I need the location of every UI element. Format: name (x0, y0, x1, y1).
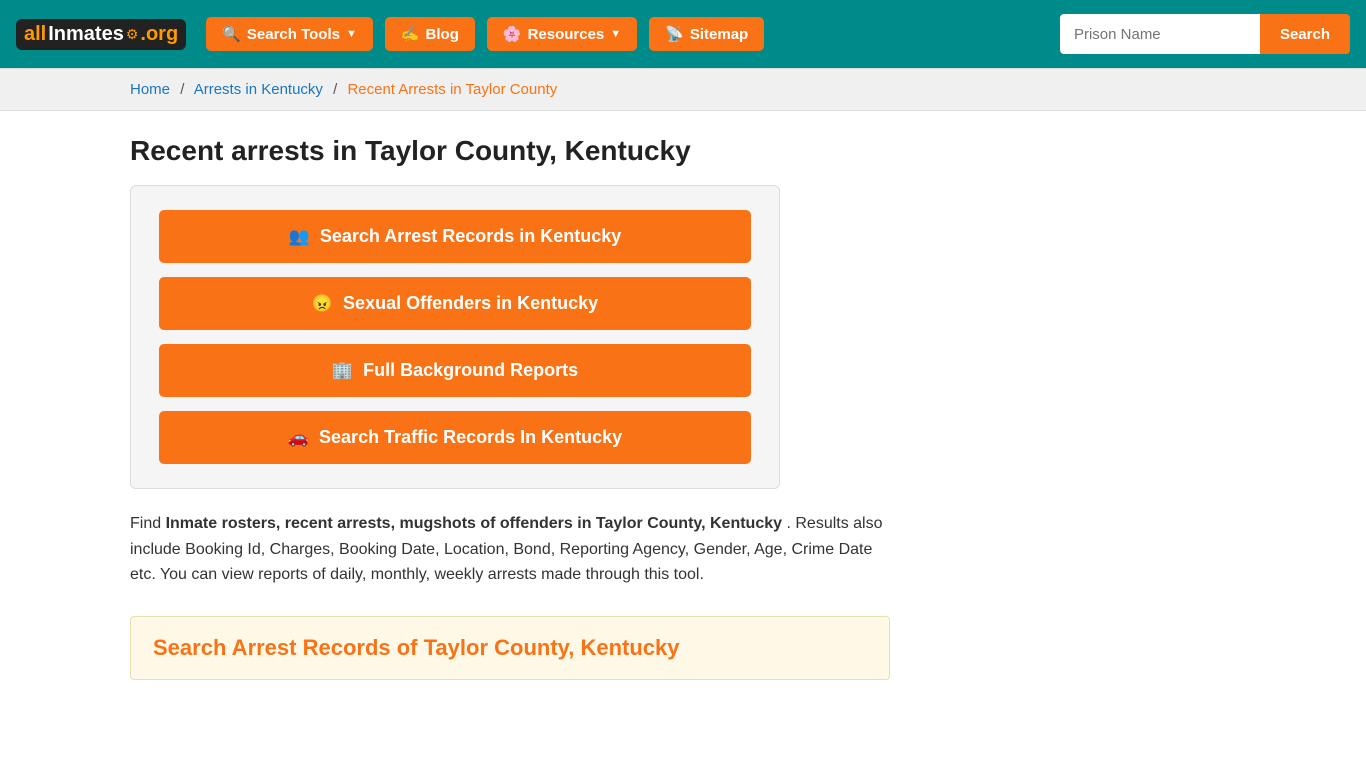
resources-icon (503, 25, 522, 43)
search-tools-button[interactable]: Search Tools ▼ (206, 17, 373, 51)
breadcrumb-sep-2: / (333, 81, 337, 98)
search-tools-label: Search Tools (247, 26, 340, 43)
blog-icon (401, 25, 420, 43)
description-find: Find (130, 515, 166, 532)
resources-button[interactable]: Resources ▼ (487, 17, 637, 51)
blog-button[interactable]: Blog (385, 17, 475, 51)
site-logo[interactable]: all Inmates ⚙ .org (16, 19, 186, 50)
sitemap-label: Sitemap (690, 26, 748, 43)
car-icon (288, 427, 309, 448)
chevron-down-icon: ▼ (346, 28, 357, 40)
search-icon (222, 25, 241, 43)
full-background-label: Full Background Reports (363, 360, 578, 381)
sitemap-icon (665, 25, 684, 43)
prison-search-button[interactable]: Search (1260, 14, 1350, 54)
angry-icon (312, 293, 333, 314)
resources-label: Resources (528, 26, 605, 43)
sexual-offenders-label: Sexual Offenders in Kentucky (343, 293, 598, 314)
prison-search-label: Search (1280, 26, 1330, 43)
navbar: all Inmates ⚙ .org Search Tools ▼ Blog R… (0, 0, 1366, 68)
action-card: Search Arrest Records in Kentucky Sexual… (130, 185, 780, 489)
breadcrumb-arrests-ky[interactable]: Arrests in Kentucky (194, 81, 323, 98)
logo-org: .org (140, 23, 178, 46)
breadcrumb-recent-arrests: Recent Arrests in Taylor County (347, 81, 557, 98)
breadcrumb-sep-1: / (180, 81, 184, 98)
logo-gear-icon: ⚙ (126, 26, 139, 43)
traffic-records-label: Search Traffic Records In Kentucky (319, 427, 622, 448)
traffic-records-button[interactable]: Search Traffic Records In Kentucky (159, 411, 751, 464)
logo-inmates: Inmates (48, 23, 124, 46)
page-title: Recent arrests in Taylor County, Kentuck… (130, 135, 1236, 167)
users-icon (289, 226, 310, 247)
sexual-offenders-button[interactable]: Sexual Offenders in Kentucky (159, 277, 751, 330)
description-paragraph: Find Inmate rosters, recent arrests, mug… (130, 511, 890, 588)
breadcrumb: Home / Arrests in Kentucky / Recent Arre… (0, 68, 1366, 111)
building-icon (332, 360, 353, 381)
search-arrest-records-button[interactable]: Search Arrest Records in Kentucky (159, 210, 751, 263)
breadcrumb-home[interactable]: Home (130, 81, 170, 98)
section-title-box: Search Arrest Records of Taylor County, … (130, 616, 890, 680)
search-arrest-label: Search Arrest Records in Kentucky (320, 226, 621, 247)
sitemap-button[interactable]: Sitemap (649, 17, 764, 51)
prison-search-area: Search (1060, 14, 1350, 54)
main-content: Recent arrests in Taylor County, Kentuck… (0, 111, 1366, 704)
description-bold: Inmate rosters, recent arrests, mugshots… (166, 515, 782, 532)
prison-name-input[interactable] (1060, 14, 1260, 54)
blog-label: Blog (426, 26, 459, 43)
logo-all: all (24, 23, 46, 46)
full-background-reports-button[interactable]: Full Background Reports (159, 344, 751, 397)
chevron-down-icon-resources: ▼ (610, 28, 621, 40)
section-title: Search Arrest Records of Taylor County, … (153, 635, 867, 661)
